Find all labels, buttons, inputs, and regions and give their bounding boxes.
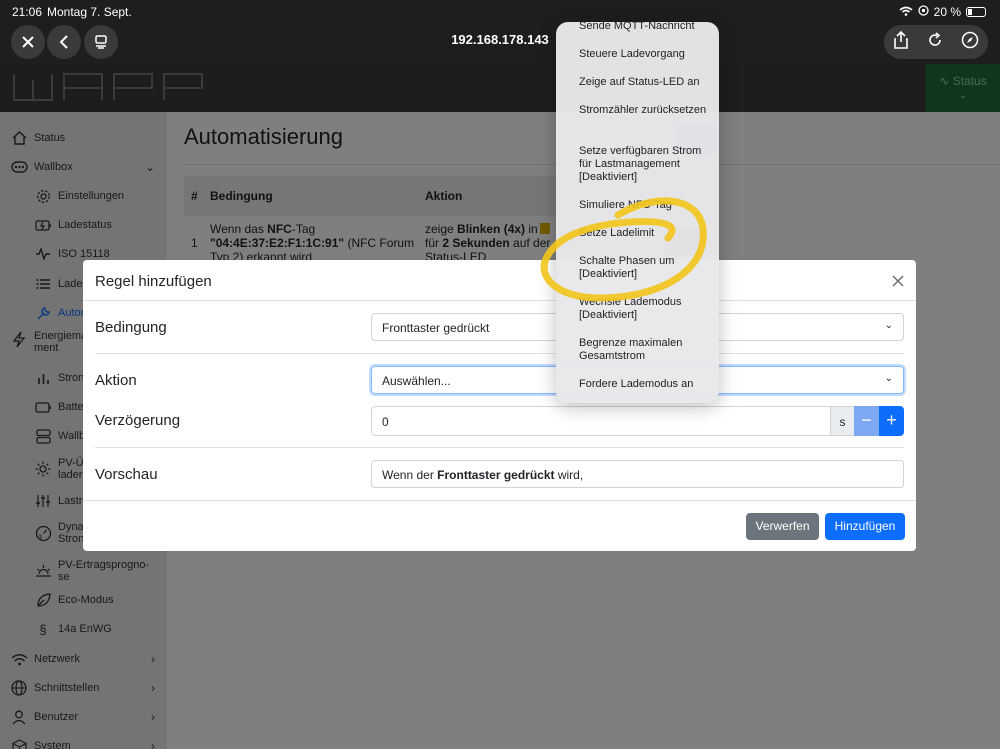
date: Montag 7. Sept. [47,5,132,19]
aktion-select-value: Auswählen... [382,374,451,388]
section-divider [95,353,904,354]
decrement-button[interactable]: − [854,406,879,436]
menu-item[interactable]: Schalte Phasen um [Deaktiviert] [579,255,714,281]
menu-item[interactable]: Setze Ladelimit [579,227,714,240]
url-display[interactable]: 192.168.178.143 [0,32,1000,47]
minus-icon: − [861,410,872,430]
menu-item[interactable]: Simuliere NFC-Tag [579,199,714,212]
compass-button[interactable] [961,31,979,54]
reload-icon [929,31,941,46]
chevron-down-icon: ⌄ [884,320,893,331]
verzoegerung-value: 0 [382,415,389,429]
menu-item[interactable]: Setze verfügbaren Strom für Lastmanageme… [579,145,714,184]
increment-button[interactable]: + [879,406,904,436]
unit-label: s [830,406,855,436]
battery-percent: 20 % [933,5,961,19]
browser-actions [884,25,988,59]
status-icons: 20 % [899,5,986,19]
vorschau-label: Vorschau [95,466,158,483]
verzoegerung-label: Verzögerung [95,412,181,429]
close-icon [892,275,904,287]
vorschau-field: Wenn der Fronttaster gedrückt wird, [371,460,904,488]
menu-item[interactable]: Fordere Lademodus an [579,378,714,391]
orientation-lock-icon [917,5,929,19]
discard-button[interactable]: Verwerfen [746,513,819,540]
add-button[interactable]: Hinzufügen [825,513,905,540]
verzoegerung-input[interactable]: 0 [371,406,831,436]
section-divider [95,447,904,448]
clock: 21:06 [12,5,43,19]
aktion-label: Aktion [95,372,137,389]
menu-item[interactable]: Steuere Ladevorgang [579,48,714,61]
ios-status-bar: 21:06 Montag 7. Sept. 20 % [0,0,1000,22]
wifi-icon [899,5,913,19]
reload-button[interactable] [927,31,943,53]
share-icon [894,30,908,49]
modal-footer-divider [83,500,916,501]
chevron-down-icon: ⌄ [884,373,893,384]
menu-item[interactable]: Wechsle Lademodus [Deaktiviert] [579,296,714,322]
compass-icon [961,31,979,48]
menu-item[interactable]: Stromzähler zurücksetzen [579,104,714,117]
bedingung-select-value: Fronttaster gedrückt [382,321,490,335]
battery-icon [966,7,986,17]
verzoegerung-stepper: 0 s − + [371,406,904,436]
modal-close-button[interactable] [892,271,904,292]
action-options-menu: Sende MQTT-Nachricht Steuere Ladevorgang… [556,22,719,403]
modal-title: Regel hinzufügen [95,273,212,290]
share-button[interactable] [893,30,909,54]
menu-item[interactable]: Sende MQTT-Nachricht [579,22,714,33]
add-rule-modal: Regel hinzufügen Bedingung Fronttaster g… [83,260,916,551]
menu-item[interactable]: Zeige auf Status-LED an [579,76,714,89]
modal-header-divider [83,300,916,301]
menu-item[interactable]: Begrenze maximalen Gesamtstrom [579,337,714,363]
browser-toolbar: 192.168.178.143 [0,22,1000,64]
bedingung-label: Bedingung [95,319,167,336]
plus-icon: + [886,410,897,430]
